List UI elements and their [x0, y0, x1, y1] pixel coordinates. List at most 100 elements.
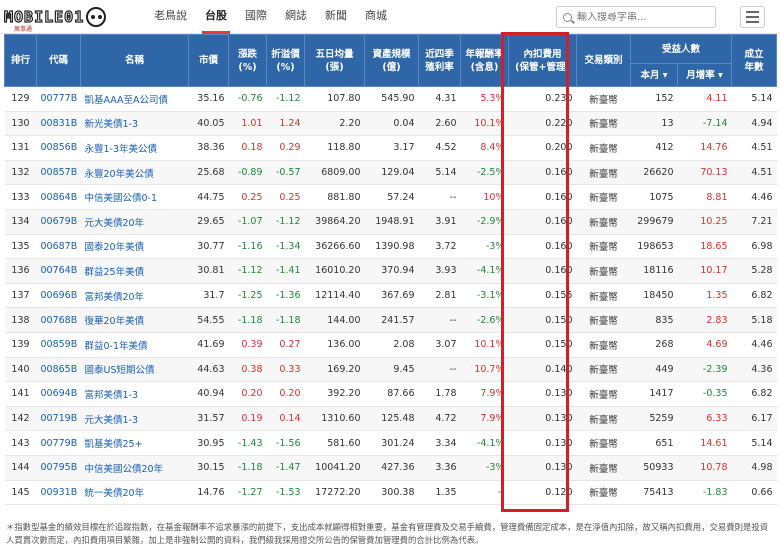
cell-name[interactable]: 國泰20年美債 [80, 234, 189, 260]
cell-name[interactable]: 國泰US短期公債 [80, 357, 189, 383]
table-row: 132 00857B 永豐20年美公債 25.68 -0.89 -0.57 6809.00 1… [4, 160, 777, 186]
cell-change: -1.12 [228, 258, 267, 284]
cell-annual-return: 10.7% [460, 357, 509, 383]
search-input[interactable] [577, 11, 707, 23]
cell-name[interactable]: 凱基美債25+ [80, 430, 189, 456]
cell-price: 35.16 [188, 86, 229, 112]
cell-name[interactable]: 元大美債1-3 [80, 406, 189, 432]
cell-yield: 3.36 [418, 455, 461, 481]
cell-ben-month-rate: -1.83 [677, 480, 732, 506]
cell-annual-return: 7.9% [460, 406, 509, 432]
header-change[interactable]: 漲跌 (%) [228, 34, 267, 87]
cell-code[interactable]: 00864B [36, 184, 81, 210]
nav-item[interactable]: 網誌 [276, 0, 316, 34]
cell-name[interactable]: 中信美國公債0-1 [80, 184, 189, 210]
header-price[interactable]: 市價 [188, 34, 229, 87]
header-premium[interactable]: 折溢價 (%) [266, 34, 305, 87]
cell-code[interactable]: 00687B [36, 234, 81, 260]
header-aum[interactable]: 資產規模 (億) [364, 34, 419, 87]
cell-code[interactable]: 00779B [36, 430, 81, 456]
header-name[interactable]: 名稱 [80, 34, 189, 87]
cell-code[interactable]: 00857B [36, 160, 81, 186]
cell-change: 0.20 [228, 381, 267, 407]
table-row: 145 00931B 統一美債20年 14.76 -1.27 -1.53 17272.20 3… [4, 480, 777, 506]
search-box[interactable] [556, 6, 716, 28]
cell-age: 7.21 [731, 209, 777, 235]
cell-beneficiaries: 18450 [630, 283, 678, 309]
cell-fee: 0.160 [508, 234, 577, 260]
cell-premium: 0.33 [266, 357, 305, 383]
header-fee[interactable]: 內扣費用 (保管+管理) [508, 34, 577, 87]
cell-yield: 1.78 [418, 381, 461, 407]
cell-category: 新臺幣 [576, 234, 631, 260]
cell-fee: 0.130 [508, 406, 577, 432]
cell-annual-return: -3% [460, 234, 509, 260]
cell-code[interactable]: 00696B [36, 283, 81, 309]
cell-fee: 0.140 [508, 357, 577, 383]
etf-ranking-table: 排行 代碼 名稱 市價 漲跌 (%) 折溢價 (%) 五日均量 (張) 資產規模… [4, 34, 778, 506]
nav-item[interactable]: 新聞 [316, 0, 356, 34]
nav-item[interactable]: 老鳥說 [145, 0, 196, 34]
cell-annual-return: -2.5% [460, 160, 509, 186]
cell-fee: 0.155 [508, 283, 577, 309]
hamburger-menu-button[interactable] [740, 6, 765, 28]
nav-item[interactable]: 台股 [196, 0, 236, 34]
nav-item[interactable]: 國際 [236, 0, 276, 34]
cell-rank: 137 [4, 283, 37, 309]
cell-name[interactable]: 永豐1-3年美公債 [80, 135, 189, 161]
header-volume[interactable]: 五日均量 (張) [304, 34, 365, 87]
cell-premium: -1.56 [266, 430, 305, 456]
cell-code[interactable]: 00931B [36, 480, 81, 506]
cell-annual-return: -4.1% [460, 430, 509, 456]
cell-code[interactable]: 00777B [36, 86, 81, 112]
cell-price: 30.81 [188, 258, 229, 284]
cell-name[interactable]: 群益0-1年美債 [80, 332, 189, 358]
cell-code[interactable]: 00719B [36, 406, 81, 432]
header-code[interactable]: 代碼 [36, 34, 81, 87]
logo-face-icon [86, 7, 107, 27]
cell-name[interactable]: 元大美債20年 [80, 209, 189, 235]
cell-category: 新臺幣 [576, 209, 631, 235]
cell-age: 6.17 [731, 406, 777, 432]
header-category[interactable]: 交易類別 [576, 34, 631, 87]
cell-code[interactable]: 00694B [36, 381, 81, 407]
cell-code[interactable]: 00764B [36, 258, 81, 284]
cell-annual-return: 10.1% [460, 332, 509, 358]
header-ben-month[interactable]: 本月 ▾ [630, 63, 678, 87]
cell-name[interactable]: 永豐20年美公債 [80, 160, 189, 186]
cell-name[interactable]: 群益25年美債 [80, 258, 189, 284]
cell-code[interactable]: 00679B [36, 209, 81, 235]
cell-code[interactable]: 00865B [36, 357, 81, 383]
site-logo[interactable]: MOBILE01 萬事通 [3, 4, 107, 33]
cell-code[interactable]: 00859B [36, 332, 81, 358]
cell-code[interactable]: 00795B [36, 455, 81, 481]
cell-beneficiaries: 1075 [630, 184, 678, 210]
cell-price: 31.57 [188, 406, 229, 432]
cell-change: -1.27 [228, 480, 267, 506]
cell-code[interactable]: 00831B [36, 111, 81, 137]
cell-code[interactable]: 00856B [36, 135, 81, 161]
cell-name[interactable]: 中信美國公債20年 [80, 455, 189, 481]
nav-item[interactable]: 商城 [356, 0, 396, 34]
cell-name[interactable]: 新光美債1-3 [80, 111, 189, 137]
cell-aum: 427.36 [364, 455, 419, 481]
cell-name[interactable]: 富邦美債20年 [80, 283, 189, 309]
cell-age: 4.51 [731, 160, 777, 186]
cell-name[interactable]: 富邦美債1-3 [80, 381, 189, 407]
cell-change: 0.39 [228, 332, 267, 358]
cell-annual-return: -3% [460, 455, 509, 481]
cell-ben-month-rate: -0.35 [677, 381, 732, 407]
cell-aum: 301.24 [364, 430, 419, 456]
header-annual-return[interactable]: 年報酬率 (含息) [460, 34, 509, 87]
cell-name[interactable]: 復華20年美債 [80, 307, 189, 333]
cell-code[interactable]: 00768B [36, 307, 81, 333]
cell-name[interactable]: 凱基AAA至A公司債 [80, 86, 189, 112]
cell-premium: 1.24 [266, 111, 305, 137]
header-yield[interactable]: 近四季 殖利率 [418, 34, 461, 87]
cell-name[interactable]: 統一美債20年 [80, 480, 189, 506]
header-rank[interactable]: 排行 [4, 34, 37, 87]
cell-ben-month-rate: 10.17 [677, 258, 732, 284]
cell-fee: 0.160 [508, 184, 577, 210]
header-age[interactable]: 成立 年數 [731, 34, 778, 87]
header-ben-month-rate[interactable]: 月增率 ▾ [676, 63, 733, 87]
